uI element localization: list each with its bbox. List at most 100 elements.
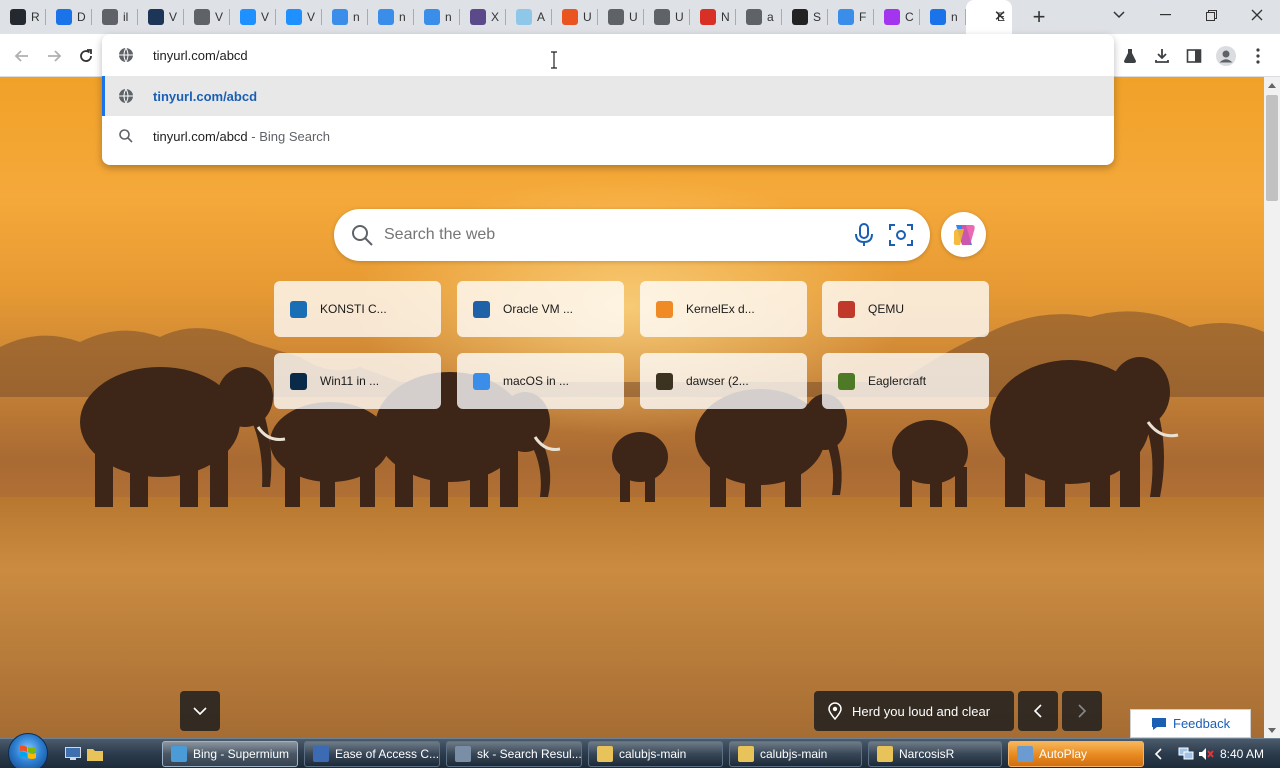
copilot-icon bbox=[953, 224, 975, 245]
taskbar-button-label: AutoPlay bbox=[1039, 747, 1088, 761]
show-desktop-quicklaunch[interactable] bbox=[64, 745, 82, 763]
browser-tab[interactable]: R bbox=[0, 0, 46, 34]
windows-icon bbox=[286, 9, 302, 25]
quick-link-tile[interactable]: dawser (2... bbox=[640, 353, 807, 409]
window-controls bbox=[1142, 0, 1280, 34]
side-panel-button[interactable] bbox=[1180, 42, 1208, 70]
browser-tab[interactable]: a bbox=[736, 0, 782, 34]
explorer-quicklaunch[interactable] bbox=[86, 745, 104, 763]
browser-tab[interactable]: U bbox=[598, 0, 644, 34]
quick-link-tile[interactable]: macOS in ... bbox=[457, 353, 624, 409]
omnibox-suggestion[interactable]: tinyurl.com/abcd bbox=[102, 76, 1114, 116]
browser-tab[interactable]: V bbox=[184, 0, 230, 34]
microphone-icon[interactable] bbox=[854, 223, 874, 247]
forward-button[interactable] bbox=[40, 42, 68, 70]
browser-tab[interactable]: U bbox=[644, 0, 690, 34]
tab-title: n bbox=[353, 10, 360, 24]
previous-image-button[interactable] bbox=[1018, 691, 1058, 731]
browser-tab[interactable]: V bbox=[230, 0, 276, 34]
avatar-icon bbox=[1216, 46, 1236, 66]
omnibox-suggestion[interactable]: tinyurl.com/abcd - Bing Search bbox=[102, 116, 1114, 156]
browser-tab[interactable]: U bbox=[552, 0, 598, 34]
browser-tab[interactable]: F bbox=[828, 0, 874, 34]
globe-icon bbox=[608, 9, 624, 25]
taskbar-button[interactable]: calubjs-main bbox=[588, 741, 723, 767]
taskbar-button[interactable]: NarcosisR bbox=[868, 741, 1002, 767]
quick-link-label: Win11 in ... bbox=[320, 374, 380, 388]
location-pin-icon bbox=[828, 702, 842, 720]
back-button[interactable] bbox=[8, 42, 36, 70]
web-search-input[interactable] bbox=[384, 226, 824, 244]
tab-title: n bbox=[445, 10, 452, 24]
browser-tab[interactable]: A bbox=[506, 0, 552, 34]
page-content: KONSTI C... Oracle VM ... KernelEx d... QEM… bbox=[0, 77, 1264, 738]
web-search-box[interactable] bbox=[334, 209, 930, 261]
feedback-button[interactable]: Feedback bbox=[1130, 709, 1251, 738]
quick-link-tile[interactable]: QEMU bbox=[822, 281, 989, 337]
copilot-button[interactable] bbox=[941, 212, 986, 257]
folder-icon bbox=[597, 746, 613, 762]
browser-tab[interactable]: E ✕ bbox=[966, 0, 1012, 34]
scroll-thumb[interactable] bbox=[1266, 95, 1278, 201]
taskbar-button[interactable]: AutoPlay bbox=[1008, 741, 1144, 767]
feather-icon bbox=[792, 9, 808, 25]
tab-search-button[interactable] bbox=[1105, 0, 1133, 30]
browser-tab[interactable]: n bbox=[414, 0, 460, 34]
extensions-button[interactable] bbox=[1116, 42, 1144, 70]
scroll-down-button[interactable] bbox=[180, 691, 220, 731]
search-icon bbox=[119, 129, 133, 143]
scroll-down-arrow[interactable] bbox=[1264, 722, 1280, 738]
browser-tab[interactable]: X bbox=[460, 0, 506, 34]
next-image-button[interactable] bbox=[1062, 691, 1102, 731]
quick-link-tile[interactable]: Oracle VM ... bbox=[457, 281, 624, 337]
profile-button[interactable] bbox=[1212, 42, 1240, 70]
omnibox-suggestions: tinyurl.com/abcd tinyurl.com/abcd - Bing … bbox=[102, 76, 1114, 156]
triangle-up-icon bbox=[1268, 82, 1276, 88]
visual-search-icon[interactable] bbox=[888, 223, 914, 247]
browser-tab[interactable]: V bbox=[276, 0, 322, 34]
browser-tab[interactable]: n bbox=[368, 0, 414, 34]
snowflake-icon bbox=[516, 9, 532, 25]
start-button[interactable] bbox=[8, 733, 48, 768]
quick-link-tile[interactable]: KONSTI C... bbox=[274, 281, 441, 337]
quick-link-label: Oracle VM ... bbox=[503, 302, 574, 316]
image-caption-button[interactable]: Herd you loud and clear bbox=[814, 691, 1014, 731]
browser-tab[interactable]: n bbox=[322, 0, 368, 34]
minimize-button[interactable] bbox=[1142, 0, 1188, 30]
taskbar-button[interactable]: calubjs-main bbox=[729, 741, 862, 767]
tray-expand-icon[interactable] bbox=[1154, 748, 1164, 760]
finder-icon bbox=[838, 9, 854, 25]
scroll-up-arrow[interactable] bbox=[1264, 77, 1280, 93]
close-window-button[interactable] bbox=[1234, 0, 1280, 30]
page-scrollbar[interactable] bbox=[1264, 77, 1280, 738]
volume-muted-icon[interactable] bbox=[1198, 747, 1214, 761]
downloads-button[interactable] bbox=[1148, 42, 1176, 70]
browser-tab[interactable]: il bbox=[92, 0, 138, 34]
browser-tab[interactable]: N bbox=[690, 0, 736, 34]
taskbar-button[interactable]: sk - Search Resul... bbox=[446, 741, 582, 767]
image-caption-text: Herd you loud and clear bbox=[852, 703, 991, 719]
quick-link-tile[interactable]: Win11 in ... bbox=[274, 353, 441, 409]
taskbar-clock[interactable]: 8:40 AM bbox=[1220, 747, 1264, 761]
reload-button[interactable] bbox=[72, 42, 100, 70]
minecraft-icon bbox=[838, 372, 855, 390]
close-icon bbox=[1251, 9, 1263, 21]
taskbar-button[interactable]: Bing - Supermium bbox=[162, 741, 298, 767]
browser-tab[interactable]: D bbox=[46, 0, 92, 34]
close-tab-icon[interactable]: ✕ bbox=[992, 9, 1008, 25]
menu-button[interactable] bbox=[1244, 42, 1272, 70]
side-panel-icon bbox=[1186, 49, 1202, 63]
quick-link-tile[interactable]: KernelEx d... bbox=[640, 281, 807, 337]
restore-button[interactable] bbox=[1188, 0, 1234, 30]
taskbar-button[interactable]: Ease of Access C... bbox=[304, 741, 440, 767]
browser-tab[interactable]: C bbox=[874, 0, 920, 34]
browser-tab[interactable]: V bbox=[138, 0, 184, 34]
browser-tab[interactable]: n bbox=[920, 0, 966, 34]
folder-icon bbox=[877, 746, 893, 762]
address-bar-input[interactable] bbox=[153, 47, 1053, 63]
network-icon[interactable] bbox=[1178, 747, 1194, 761]
quick-link-tile[interactable]: Eaglercraft bbox=[822, 353, 989, 409]
new-tab-button[interactable]: + bbox=[1024, 0, 1054, 34]
suggestion-main-text: tinyurl.com/abcd bbox=[153, 128, 248, 144]
browser-tab[interactable]: S bbox=[782, 0, 828, 34]
